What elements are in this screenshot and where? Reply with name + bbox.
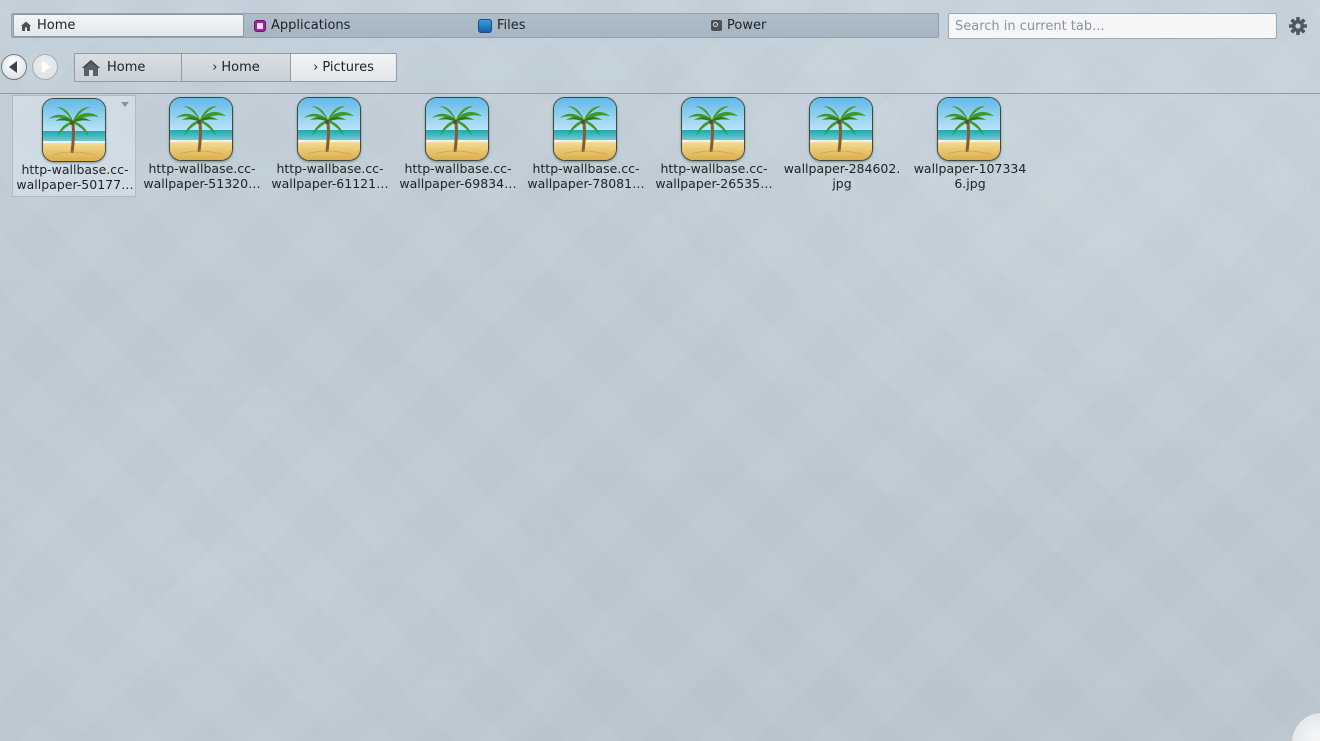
file-item[interactable]: http-wallbase.cc-wallpaper-51320…	[140, 95, 264, 197]
image-file-icon	[681, 97, 745, 161]
file-name: http-wallbase.cc-wallpaper-50177…	[16, 162, 134, 192]
home-icon	[20, 20, 32, 32]
tab-home[interactable]: Home	[13, 14, 244, 37]
image-file-icon	[809, 97, 873, 161]
tab-power[interactable]: Power	[705, 14, 766, 37]
image-file-icon	[297, 97, 361, 161]
image-file-icon	[42, 98, 106, 162]
forward-arrow-icon	[42, 61, 50, 73]
breadcrumb-separator: ›	[212, 60, 218, 75]
home-icon	[81, 59, 101, 77]
forward-button[interactable]	[32, 54, 58, 80]
back-button[interactable]	[1, 54, 27, 80]
toolbar-divider	[0, 93, 1320, 94]
file-name: http-wallbase.cc-wallpaper-61121…	[271, 161, 389, 191]
corner-hotspot[interactable]	[1292, 713, 1320, 741]
tab-label: Home	[37, 18, 76, 33]
tab-applications[interactable]: Applications	[248, 14, 350, 37]
file-item[interactable]: http-wallbase.cc-wallpaper-26535…	[652, 95, 776, 197]
breadcrumb-label: Home	[107, 60, 146, 75]
image-file-icon	[937, 97, 1001, 161]
search-input[interactable]	[948, 13, 1277, 39]
file-name: http-wallbase.cc-wallpaper-51320…	[143, 161, 261, 191]
tab-bar: Home Applications Files Power	[11, 13, 939, 38]
file-name: wallpaper-284602. jpg	[783, 161, 901, 191]
back-arrow-icon	[9, 61, 17, 73]
file-name: http-wallbase.cc-wallpaper-69834…	[399, 161, 517, 191]
tab-label: Files	[497, 18, 526, 33]
file-item[interactable]: http-wallbase.cc-wallpaper-78081…	[524, 95, 648, 197]
breadcrumb-label: Pictures	[322, 60, 374, 75]
files-icon	[478, 18, 492, 33]
tab-label: Applications	[271, 18, 351, 33]
breadcrumb: Home › Home › Pictures	[74, 53, 397, 82]
file-item[interactable]: wallpaper-284602. jpg	[780, 95, 904, 197]
file-name: http-wallbase.cc-wallpaper-26535…	[655, 161, 773, 191]
tab-label: Power	[727, 18, 767, 33]
breadcrumb-pictures[interactable]: › Pictures	[291, 53, 397, 82]
power-icon	[711, 20, 722, 31]
file-name: wallpaper-107334 6.jpg	[913, 161, 1027, 191]
image-file-icon	[169, 97, 233, 161]
file-item[interactable]: http-wallbase.cc-wallpaper-61121…	[268, 95, 392, 197]
applications-icon	[254, 19, 266, 32]
breadcrumb-home[interactable]: › Home	[182, 53, 291, 82]
image-file-icon	[553, 97, 617, 161]
file-item[interactable]: http-wallbase.cc-wallpaper-69834…	[396, 95, 520, 197]
breadcrumb-label: Home	[221, 60, 260, 75]
file-item[interactable]: wallpaper-107334 6.jpg	[908, 95, 1032, 197]
breadcrumb-separator: ›	[313, 60, 319, 75]
dropdown-caret-icon[interactable]	[121, 102, 129, 107]
file-name: http-wallbase.cc-wallpaper-78081…	[527, 161, 645, 191]
file-item[interactable]: http-wallbase.cc-wallpaper-50177…	[12, 95, 136, 197]
breadcrumb-home-root[interactable]: Home	[74, 53, 182, 82]
image-file-icon	[425, 97, 489, 161]
tab-files[interactable]: Files	[476, 14, 526, 37]
gear-icon[interactable]	[1288, 16, 1308, 36]
